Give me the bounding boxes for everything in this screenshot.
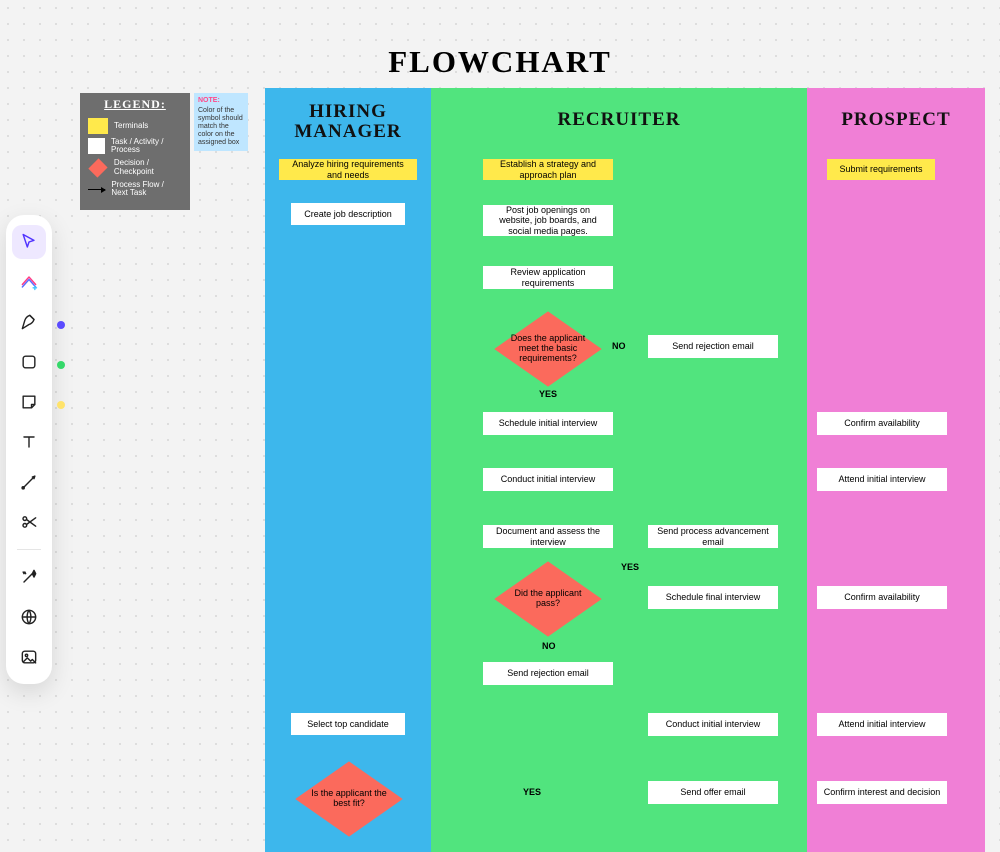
note-panel[interactable]: NOTE: Color of the symbol should match t… [194,93,248,151]
connector-tool[interactable] [12,465,46,499]
edge-label-yes-2: YES [621,562,639,572]
sticky-color-indicator [57,401,65,409]
sticky-tool[interactable] [12,385,46,419]
node-conduct-initial-2[interactable]: Conduct initial interview [648,713,778,736]
node-doc-assess[interactable]: Document and assess the interview [483,525,613,548]
note-heading: NOTE: [198,97,244,105]
legend-label-process: Task / Activity / Process [111,138,182,155]
legend-swatch-process [88,138,105,154]
node-schedule-final[interactable]: Schedule final interview [648,586,778,609]
image-tool[interactable] [12,640,46,674]
edge-label-yes-1: YES [539,389,557,399]
globe-icon [19,607,39,627]
node-select-top[interactable]: Select top candidate [291,713,405,735]
node-analyze[interactable]: Analyze hiring requirements and needs [279,159,417,180]
pointer-icon [19,232,39,252]
edge-label-no-2: NO [542,641,556,651]
shape-color-indicator [57,361,65,369]
lane-recruiter[interactable]: RECRUITER Establish a strategy and appro… [431,88,807,852]
ai-tool[interactable] [12,265,46,299]
pen-color-indicator [57,321,65,329]
legend-row-flow: Process Flow / Next Task [88,181,182,198]
node-best-fit[interactable]: Is the applicant the best fit? [295,760,403,838]
node-schedule-initial[interactable]: Schedule initial interview [483,412,613,435]
pointer-tool[interactable] [12,225,46,259]
legend-swatch-terminal [88,118,108,134]
legend-row-decision: Decision / Checkpoint [88,159,182,177]
lane-prospect[interactable]: PROSPECT Submit requirements Confirm ava… [807,88,985,852]
legend-swatch-decision [88,158,107,177]
edge-label-no-1: NO [612,341,626,351]
note-body: Color of the symbol should match the col… [198,107,243,146]
left-toolbar [6,215,52,684]
ai-icon [19,272,39,292]
lane-header-recruiter: RECRUITER [431,88,807,144]
legend-swatch-flow [88,189,105,190]
swimlanes[interactable]: HIRING MANAGER Analyze hiring requiremen… [265,88,985,852]
legend-row-terminals: Terminals [88,118,182,134]
legend-label-terminals: Terminals [114,122,148,130]
legend-row-process: Task / Activity / Process [88,138,182,155]
node-attend-initial-2[interactable]: Attend initial interview [817,713,947,736]
lane-header-prospect: PROSPECT [807,88,985,144]
flowchart-title: FLOWCHART [0,44,1000,80]
node-meets-basic-label: Does the applicant meet the basic requir… [494,310,602,388]
node-strategy[interactable]: Establish a strategy and approach plan [483,159,613,180]
lane-hiring-manager[interactable]: HIRING MANAGER Analyze hiring requiremen… [265,88,431,852]
shape-icon [19,352,39,372]
node-create-desc[interactable]: Create job description [291,203,405,225]
node-confirm-avail-2[interactable]: Confirm availability [817,586,947,609]
node-rejection-1[interactable]: Send rejection email [648,335,778,358]
globe-tool[interactable] [12,600,46,634]
node-review-reqs[interactable]: Review application requirements [483,266,613,289]
node-submit-reqs[interactable]: Submit requirements [827,159,935,180]
sparkle-icon [19,567,39,587]
legend-label-flow: Process Flow / Next Task [111,181,182,198]
node-post-openings[interactable]: Post job openings on website, job boards… [483,205,613,236]
node-rejection-2[interactable]: Send rejection email [483,662,613,685]
node-conduct-initial[interactable]: Conduct initial interview [483,468,613,491]
legend-panel[interactable]: LEGEND: Terminals Task / Activity / Proc… [80,93,190,210]
sticky-icon [19,392,39,412]
edge-label-yes-3: YES [523,787,541,797]
node-confirm-interest[interactable]: Confirm interest and decision [817,781,947,804]
pen-tool[interactable] [12,305,46,339]
sparkle-tool[interactable] [12,560,46,594]
node-best-fit-label: Is the applicant the best fit? [295,760,403,838]
node-did-pass[interactable]: Did the applicant pass? [494,560,602,638]
toolbar-divider [17,549,41,550]
text-tool[interactable] [12,425,46,459]
legend-title: LEGEND: [88,97,182,112]
node-confirm-avail-1[interactable]: Confirm availability [817,412,947,435]
node-adv-email[interactable]: Send process advancement email [648,525,778,548]
node-did-pass-label: Did the applicant pass? [494,560,602,638]
lane-header-hiring: HIRING MANAGER [265,88,431,156]
node-send-offer[interactable]: Send offer email [648,781,778,804]
connector-icon [19,472,39,492]
node-attend-initial-1[interactable]: Attend initial interview [817,468,947,491]
image-icon [19,647,39,667]
scissors-tool[interactable] [12,505,46,539]
scissors-icon [19,512,39,532]
legend-label-decision: Decision / Checkpoint [114,159,182,176]
text-icon [19,432,39,452]
node-meets-basic[interactable]: Does the applicant meet the basic requir… [494,310,602,388]
pen-icon [19,312,39,332]
shape-tool[interactable] [12,345,46,379]
